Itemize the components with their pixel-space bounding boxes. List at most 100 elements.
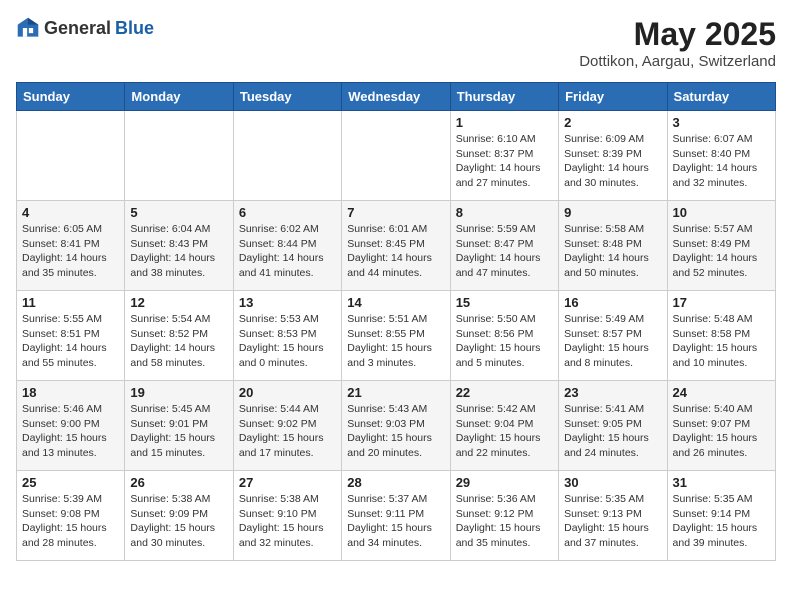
day-cell: 11 Sunrise: 5:55 AMSunset: 8:51 PMDayligh… [17, 291, 125, 381]
day-number: 22 [456, 385, 553, 400]
day-number: 27 [239, 475, 336, 490]
day-info: Sunrise: 6:09 AMSunset: 8:39 PMDaylight:… [564, 132, 661, 191]
day-info: Sunrise: 5:45 AMSunset: 9:01 PMDaylight:… [130, 402, 227, 461]
weekday-header-saturday: Saturday [667, 83, 775, 111]
weekday-header-wednesday: Wednesday [342, 83, 450, 111]
day-number: 5 [130, 205, 227, 220]
day-cell: 31 Sunrise: 5:35 AMSunset: 9:14 PMDayligh… [667, 471, 775, 561]
weekday-header-monday: Monday [125, 83, 233, 111]
day-number: 8 [456, 205, 553, 220]
day-number: 24 [673, 385, 770, 400]
day-info: Sunrise: 6:02 AMSunset: 8:44 PMDaylight:… [239, 222, 336, 281]
week-row-1: 1 Sunrise: 6:10 AMSunset: 8:37 PMDaylight… [17, 111, 776, 201]
day-number: 20 [239, 385, 336, 400]
day-number: 18 [22, 385, 119, 400]
day-info: Sunrise: 5:35 AMSunset: 9:14 PMDaylight:… [673, 492, 770, 551]
day-cell [342, 111, 450, 201]
day-info: Sunrise: 6:01 AMSunset: 8:45 PMDaylight:… [347, 222, 444, 281]
day-number: 15 [456, 295, 553, 310]
day-info: Sunrise: 5:41 AMSunset: 9:05 PMDaylight:… [564, 402, 661, 461]
weekday-header-row: SundayMondayTuesdayWednesdayThursdayFrid… [17, 83, 776, 111]
day-number: 6 [239, 205, 336, 220]
day-number: 30 [564, 475, 661, 490]
day-info: Sunrise: 5:53 AMSunset: 8:53 PMDaylight:… [239, 312, 336, 371]
day-number: 31 [673, 475, 770, 490]
day-cell: 1 Sunrise: 6:10 AMSunset: 8:37 PMDaylight… [450, 111, 558, 201]
day-number: 12 [130, 295, 227, 310]
day-cell: 21Sunrise: 5:43 AMSunset: 9:03 PMDayligh… [342, 381, 450, 471]
day-cell: 8 Sunrise: 5:59 AMSunset: 8:47 PMDaylight… [450, 201, 558, 291]
day-cell: 9Sunrise: 5:58 AMSunset: 8:48 PMDaylight… [559, 201, 667, 291]
day-number: 9 [564, 205, 661, 220]
day-info: Sunrise: 5:55 AMSunset: 8:51 PMDaylight:… [22, 312, 119, 371]
day-number: 14 [347, 295, 444, 310]
day-cell: 3 Sunrise: 6:07 AMSunset: 8:40 PMDaylight… [667, 111, 775, 201]
week-row-5: 25Sunrise: 5:39 AMSunset: 9:08 PMDayligh… [17, 471, 776, 561]
day-cell: 4 Sunrise: 6:05 AMSunset: 8:41 PMDaylight… [17, 201, 125, 291]
day-cell: 12 Sunrise: 5:54 AMSunset: 8:52 PMDayligh… [125, 291, 233, 381]
title-block: May 2025 Dottikon, Aargau, Switzerland [579, 16, 776, 70]
day-info: Sunrise: 5:49 AMSunset: 8:57 PMDaylight:… [564, 312, 661, 371]
day-cell: 6 Sunrise: 6:02 AMSunset: 8:44 PMDaylight… [233, 201, 341, 291]
day-cell: 29 Sunrise: 5:36 AMSunset: 9:12 PMDayligh… [450, 471, 558, 561]
day-info: Sunrise: 5:50 AMSunset: 8:56 PMDaylight:… [456, 312, 553, 371]
day-cell: 10 Sunrise: 5:57 AMSunset: 8:49 PMDayligh… [667, 201, 775, 291]
day-cell [233, 111, 341, 201]
day-info: Sunrise: 5:46 AMSunset: 9:00 PMDaylight:… [22, 402, 119, 461]
day-info: Sunrise: 5:44 AMSunset: 9:02 PMDaylight:… [239, 402, 336, 461]
weekday-header-tuesday: Tuesday [233, 83, 341, 111]
day-cell: 24 Sunrise: 5:40 AMSunset: 9:07 PMDayligh… [667, 381, 775, 471]
day-info: Sunrise: 5:54 AMSunset: 8:52 PMDaylight:… [130, 312, 227, 371]
day-number: 29 [456, 475, 553, 490]
day-info: Sunrise: 5:59 AMSunset: 8:47 PMDaylight:… [456, 222, 553, 281]
day-number: 1 [456, 115, 553, 130]
day-cell: 18 Sunrise: 5:46 AMSunset: 9:00 PMDayligh… [17, 381, 125, 471]
day-cell: 30Sunrise: 5:35 AMSunset: 9:13 PMDayligh… [559, 471, 667, 561]
day-number: 4 [22, 205, 119, 220]
day-info: Sunrise: 5:36 AMSunset: 9:12 PMDaylight:… [456, 492, 553, 551]
day-number: 10 [673, 205, 770, 220]
logo: GeneralBlue [16, 16, 154, 40]
day-cell [125, 111, 233, 201]
weekday-header-sunday: Sunday [17, 83, 125, 111]
day-info: Sunrise: 5:38 AMSunset: 9:09 PMDaylight:… [130, 492, 227, 551]
day-cell: 22 Sunrise: 5:42 AMSunset: 9:04 PMDayligh… [450, 381, 558, 471]
day-cell: 19Sunrise: 5:45 AMSunset: 9:01 PMDayligh… [125, 381, 233, 471]
day-cell: 5 Sunrise: 6:04 AMSunset: 8:43 PMDaylight… [125, 201, 233, 291]
day-number: 11 [22, 295, 119, 310]
day-number: 3 [673, 115, 770, 130]
day-info: Sunrise: 5:57 AMSunset: 8:49 PMDaylight:… [673, 222, 770, 281]
day-info: Sunrise: 5:40 AMSunset: 9:07 PMDaylight:… [673, 402, 770, 461]
calendar-table: SundayMondayTuesdayWednesdayThursdayFrid… [16, 82, 776, 561]
day-number: 17 [673, 295, 770, 310]
day-cell: 2 Sunrise: 6:09 AMSunset: 8:39 PMDaylight… [559, 111, 667, 201]
day-cell: 15 Sunrise: 5:50 AMSunset: 8:56 PMDayligh… [450, 291, 558, 381]
logo-blue: Blue [115, 18, 154, 39]
day-number: 13 [239, 295, 336, 310]
week-row-4: 18 Sunrise: 5:46 AMSunset: 9:00 PMDayligh… [17, 381, 776, 471]
day-info: Sunrise: 6:07 AMSunset: 8:40 PMDaylight:… [673, 132, 770, 191]
day-info: Sunrise: 5:37 AMSunset: 9:11 PMDaylight:… [347, 492, 444, 551]
day-number: 28 [347, 475, 444, 490]
day-info: Sunrise: 6:05 AMSunset: 8:41 PMDaylight:… [22, 222, 119, 281]
day-info: Sunrise: 5:42 AMSunset: 9:04 PMDaylight:… [456, 402, 553, 461]
week-row-3: 11 Sunrise: 5:55 AMSunset: 8:51 PMDayligh… [17, 291, 776, 381]
day-info: Sunrise: 5:43 AMSunset: 9:03 PMDaylight:… [347, 402, 444, 461]
day-info: Sunrise: 6:04 AMSunset: 8:43 PMDaylight:… [130, 222, 227, 281]
page-header: GeneralBlue May 2025 Dottikon, Aargau, S… [16, 16, 776, 70]
day-cell [17, 111, 125, 201]
weekday-header-friday: Friday [559, 83, 667, 111]
day-info: Sunrise: 6:10 AMSunset: 8:37 PMDaylight:… [456, 132, 553, 191]
day-number: 26 [130, 475, 227, 490]
logo-icon [16, 16, 40, 40]
month-year: May 2025 [579, 16, 776, 53]
day-number: 25 [22, 475, 119, 490]
day-number: 2 [564, 115, 661, 130]
day-cell: 16Sunrise: 5:49 AMSunset: 8:57 PMDayligh… [559, 291, 667, 381]
location: Dottikon, Aargau, Switzerland [579, 53, 776, 70]
day-cell: 26 Sunrise: 5:38 AMSunset: 9:09 PMDayligh… [125, 471, 233, 561]
weekday-header-thursday: Thursday [450, 83, 558, 111]
day-cell: 25Sunrise: 5:39 AMSunset: 9:08 PMDayligh… [17, 471, 125, 561]
day-number: 7 [347, 205, 444, 220]
day-cell: 20 Sunrise: 5:44 AMSunset: 9:02 PMDayligh… [233, 381, 341, 471]
